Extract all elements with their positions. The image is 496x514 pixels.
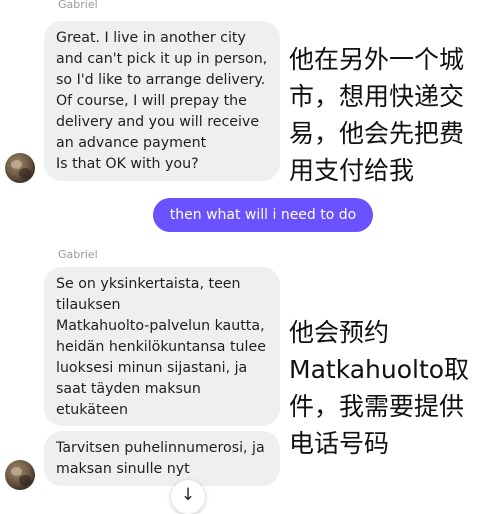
message-bubble-received[interactable]: Great. I live in another city and can't …	[44, 21, 280, 181]
avatar[interactable]	[5, 460, 35, 490]
annotation-text: 他在另外一个城 市，想用快递交 易，他会先把费 用支付给我	[289, 45, 465, 185]
annotation-text: 他会预约 Matkahuolto取 件，我需要提供 电话号码	[289, 318, 470, 458]
scroll-down-button[interactable]: ↓	[171, 480, 205, 514]
sender-name: Gabriel	[58, 248, 98, 261]
avatar[interactable]	[5, 153, 35, 183]
sender-name: Gabriel	[58, 0, 98, 11]
message-bubble-received[interactable]: Tarvitsen puhelinnumerosi, ja maksan sin…	[44, 431, 280, 486]
message-bubble-received[interactable]: Se on yksinkertaista, teen tilauksen Mat…	[44, 267, 280, 426]
arrow-down-icon: ↓	[180, 485, 196, 505]
message-bubble-sent[interactable]: then what will i need to do	[153, 198, 373, 232]
